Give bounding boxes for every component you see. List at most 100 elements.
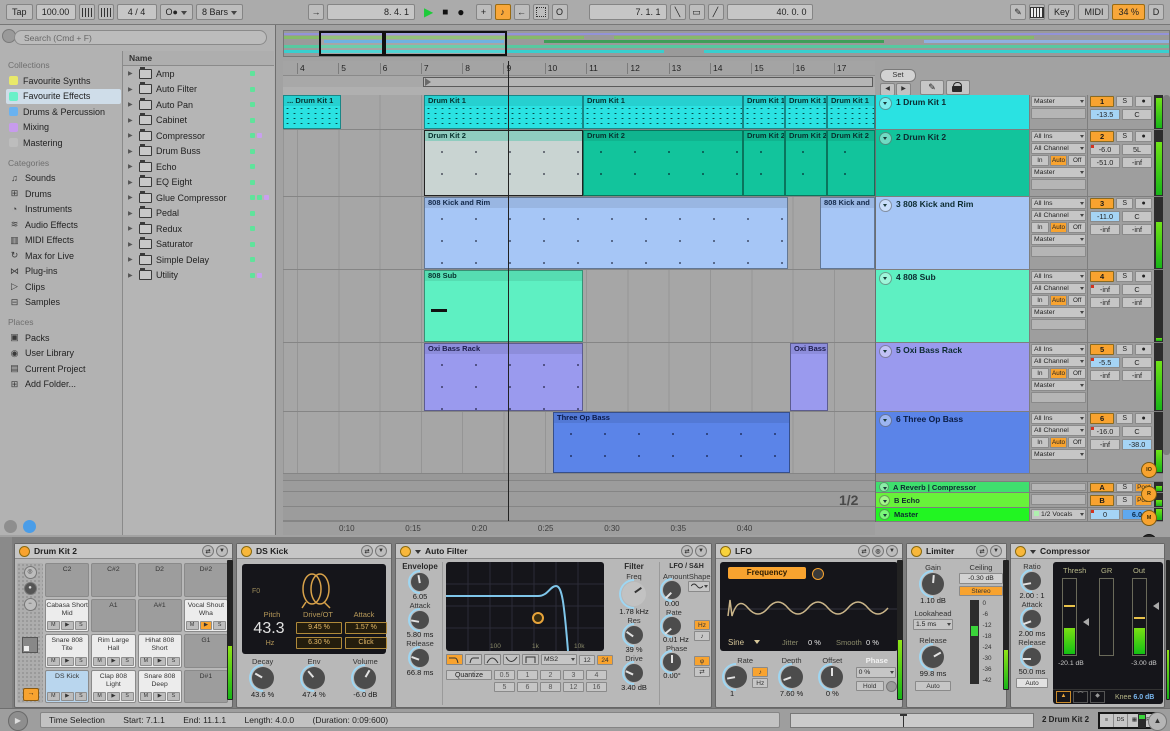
- browser-device-row[interactable]: ▶ Auto Pan: [123, 97, 274, 113]
- device-fold-icon[interactable]: [415, 550, 421, 557]
- drum-pad[interactable]: D#2: [184, 563, 228, 597]
- bandpass-button[interactable]: [484, 654, 501, 665]
- arm-button[interactable]: ●: [1135, 198, 1152, 209]
- pad-mute-button[interactable]: M: [47, 657, 60, 666]
- pad-preview-button[interactable]: ▶: [107, 657, 120, 666]
- fold-button[interactable]: [879, 132, 892, 145]
- stereo-link-button[interactable]: Stereo: [959, 586, 1003, 596]
- quantize-value-button[interactable]: 4: [586, 670, 607, 680]
- monitor-auto-button[interactable]: Auto: [1050, 368, 1068, 379]
- collection-item[interactable]: Drums & Percussion: [6, 104, 121, 120]
- filter-display[interactable]: 100 1k 10k: [446, 562, 604, 651]
- browser-device-row[interactable]: ▶ Pedal: [123, 206, 274, 222]
- category-item[interactable]: ◔ Instruments: [6, 202, 121, 218]
- peak-level-right[interactable]: -38.0: [1122, 439, 1152, 450]
- groove-nudge-down-icon[interactable]: [79, 4, 95, 20]
- expand-triangle-icon[interactable]: ▶: [128, 117, 135, 124]
- expand-triangle-icon[interactable]: ▶: [128, 86, 135, 93]
- arrangement-position-field[interactable]: 8. 4. 1: [327, 4, 415, 20]
- track-lane-drum-kit-1[interactable]: ... Drum Kit 1 Drum Kit 1 Drum Kit 1 Dru…: [283, 95, 875, 130]
- clip[interactable]: Drum Kit 1: [583, 95, 743, 129]
- category-item[interactable]: ⋈ Plug-ins: [6, 264, 121, 280]
- drum-pad[interactable]: Cabasa Short Mid M ▶ S: [45, 599, 89, 633]
- clip-selected[interactable]: Drum Kit 2: [424, 130, 583, 196]
- overdub-plus-button[interactable]: +: [476, 4, 492, 20]
- return-letter-button[interactable]: A: [1090, 483, 1114, 492]
- map-icon[interactable]: ⇄: [858, 545, 870, 557]
- clip[interactable]: Three Op Bass: [553, 412, 790, 473]
- pad-overview-icon[interactable]: −: [24, 598, 37, 611]
- transfer-curve-button[interactable]: ⌒: [1073, 691, 1088, 703]
- peak-level-left[interactable]: -inf: [1090, 224, 1120, 235]
- release-knob[interactable]: [411, 649, 429, 667]
- monitor-auto-button[interactable]: Auto: [1050, 437, 1068, 448]
- rate-sync-toggle[interactable]: ♪: [752, 667, 768, 677]
- arm-button[interactable]: ●: [1135, 96, 1152, 107]
- hot-swap-icon[interactable]: ⇄: [681, 545, 693, 557]
- auto-release-button[interactable]: Auto: [915, 681, 951, 691]
- pan-field[interactable]: C: [1122, 211, 1152, 222]
- map-target-button[interactable]: Frequency: [728, 567, 806, 579]
- master-track-header[interactable]: Master 1/2 Vocals 06.0: [876, 508, 1163, 522]
- collapsed-view-button[interactable]: ◆: [1090, 691, 1105, 703]
- output-routing-select[interactable]: Master: [1031, 234, 1086, 245]
- clip[interactable]: 808 Sub: [424, 270, 583, 342]
- pad-mute-button[interactable]: M: [186, 621, 199, 630]
- fold-button[interactable]: [879, 495, 890, 506]
- save-preset-icon[interactable]: ▼: [886, 545, 898, 557]
- vertical-scrollbar[interactable]: [1163, 95, 1170, 455]
- return-letter-button[interactable]: B: [1090, 495, 1114, 506]
- browser-device-row[interactable]: ▶ Redux: [123, 221, 274, 237]
- device-title-bar[interactable]: Limiter ⇄▼: [907, 544, 1006, 559]
- pad-preview-button[interactable]: ▶: [153, 657, 166, 666]
- follow-button[interactable]: →: [308, 4, 324, 20]
- arm-button[interactable]: ●: [1135, 413, 1152, 424]
- volume-field[interactable]: -5.5: [1090, 357, 1120, 368]
- track-header-3[interactable]: 3 808 Kick and Rim All Ins All Channel I…: [876, 197, 1163, 270]
- quantize-value-button[interactable]: 8: [540, 682, 561, 692]
- input-routing-select[interactable]: All Ins: [1031, 344, 1086, 355]
- beat-time-ruler[interactable]: 4567891011121314151617: [283, 61, 875, 76]
- env-knob[interactable]: [303, 667, 325, 689]
- show-device-view-button[interactable]: ▲: [1148, 712, 1167, 731]
- device-fold-icon[interactable]: [1030, 550, 1036, 557]
- fold-button[interactable]: [879, 97, 892, 110]
- lfo-amount-knob[interactable]: [663, 581, 681, 599]
- rate-hz-toggle[interactable]: Hz: [694, 620, 710, 630]
- pad-preview-button[interactable]: ▶: [61, 621, 74, 630]
- hot-swap-icon[interactable]: ⇄: [976, 545, 988, 557]
- peak-level-left[interactable]: -inf: [1090, 370, 1120, 381]
- collection-item[interactable]: Mastering: [6, 135, 121, 151]
- spin-mode-toggle[interactable]: ⇄: [694, 667, 710, 677]
- clip[interactable]: Drum Kit 1: [785, 95, 827, 129]
- map-indicator-icon[interactable]: [812, 568, 824, 580]
- save-preset-icon[interactable]: ▼: [375, 545, 387, 557]
- phase-field[interactable]: 0 %: [856, 667, 896, 678]
- browser-device-row[interactable]: ▶ Glue Compressor: [123, 190, 274, 206]
- tap-tempo-button[interactable]: Tap: [6, 4, 33, 20]
- time-signature-field[interactable]: 4 / 4: [117, 4, 157, 20]
- return-track-b-header[interactable]: B Echo BSPost: [876, 493, 1163, 508]
- peak-level-right[interactable]: -inf: [1122, 370, 1152, 381]
- solo-button[interactable]: S: [1116, 131, 1133, 142]
- browser-device-row[interactable]: ▶ Simple Delay: [123, 252, 274, 268]
- out-meter[interactable]: [1132, 578, 1147, 656]
- ceiling-field[interactable]: -0.30 dB: [959, 573, 1003, 584]
- solo-button[interactable]: S: [1116, 96, 1133, 107]
- record-button[interactable]: ●: [457, 5, 464, 19]
- expand-triangle-icon[interactable]: ▶: [128, 210, 135, 217]
- envelope-amount-knob[interactable]: [411, 573, 429, 591]
- monitor-in-button[interactable]: In: [1031, 155, 1049, 166]
- monitor-in-button[interactable]: In: [1031, 295, 1049, 306]
- zoom-scroll-overview[interactable]: [790, 713, 1034, 728]
- monitor-off-button[interactable]: Off: [1068, 222, 1086, 233]
- highpass-button[interactable]: [465, 654, 482, 665]
- lfo-wave-select[interactable]: Sine: [728, 638, 744, 647]
- groove-nudge-up-icon[interactable]: [98, 4, 114, 20]
- save-preset-icon[interactable]: ▼: [216, 545, 228, 557]
- overdub-d-button[interactable]: D: [1148, 4, 1164, 20]
- arm-button[interactable]: ●: [1135, 271, 1152, 282]
- track-number-button[interactable]: 1: [1090, 96, 1114, 107]
- clip[interactable]: Drum Kit 2: [743, 130, 785, 196]
- loop-start-field[interactable]: 7. 1. 1: [589, 4, 667, 20]
